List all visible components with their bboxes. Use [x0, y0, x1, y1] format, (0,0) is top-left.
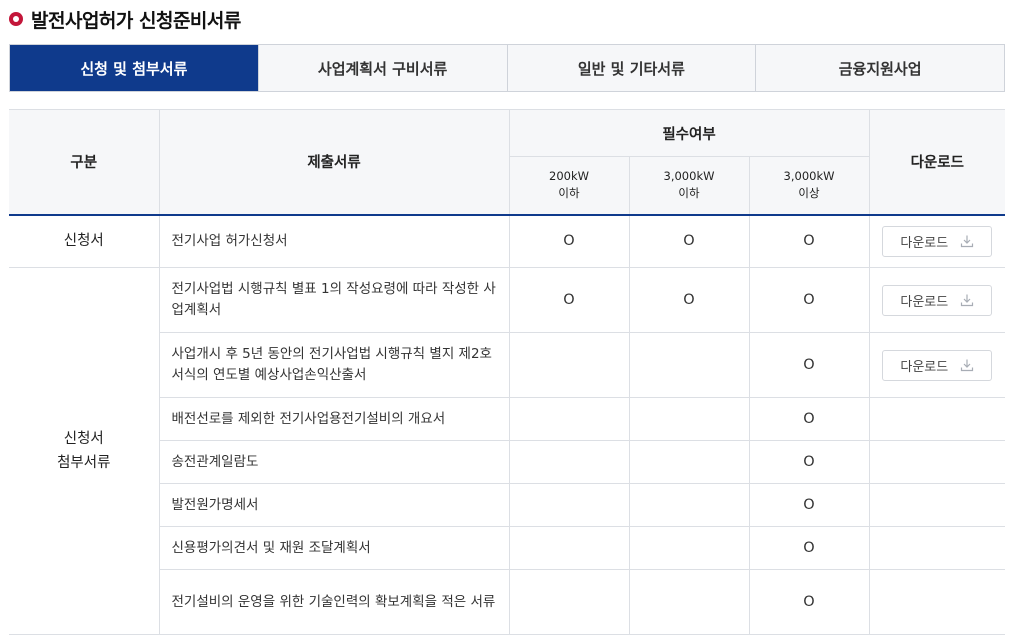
required-mark: O: [628, 214, 750, 268]
required-mark: [508, 526, 630, 570]
table-row: 발전원가명세서 O: [9, 483, 1006, 527]
document-name: 전기사업법 시행규칙 별표 1의 작성요령에 따라 작성한 사업계획서: [158, 267, 510, 333]
header-category: 구분: [9, 109, 160, 216]
capacity-note: 이상: [798, 186, 820, 201]
table-row: 전기설비의 운영을 위한 기술인력의 확보계획을 적은 서류 O: [9, 569, 1006, 635]
table-row: 배전선로를 제외한 전기사업용전기설비의 개요서 O: [9, 397, 1006, 441]
download-cell: [868, 483, 1006, 527]
record-dot-icon: [9, 12, 23, 26]
header-required: 필수여부: [508, 109, 870, 157]
document-name: 전기설비의 운영을 위한 기술인력의 확보계획을 적은 서류: [159, 569, 510, 635]
download-cell: [868, 397, 1006, 441]
capacity-note: 이하: [558, 186, 580, 201]
table-row: 신청서 첨부서류 전기사업법 시행규칙 별표 1의 작성요령에 따라 작성한 사업계…: [9, 267, 1006, 635]
download-cell: 다운로드: [868, 332, 1006, 398]
tab-general-documents[interactable]: 일반 및 기타서류: [507, 45, 757, 91]
required-mark: O: [748, 397, 870, 441]
download-cell: [868, 526, 1006, 570]
required-mark: [508, 483, 630, 527]
header-download: 다운로드: [868, 109, 1006, 216]
documents-table: 구분 제출서류 필수여부 다운로드 200kW 이하 3,000kW 이하 3,…: [9, 109, 1006, 635]
category-label: 첨부서류: [57, 455, 111, 471]
required-mark: O: [748, 483, 870, 527]
required-mark: O: [748, 332, 870, 398]
document-name: 사업개시 후 5년 동안의 전기사업법 시행규칙 별지 제2호 서식의 연도별 …: [159, 332, 510, 398]
required-mark: O: [748, 569, 870, 635]
required-mark: [628, 440, 750, 484]
tab-business-plan-documents[interactable]: 사업계획서 구비서류: [258, 45, 508, 91]
required-mark: O: [748, 440, 870, 484]
download-button[interactable]: 다운로드: [882, 349, 993, 381]
table-row: 신청서 전기사업 허가신청서 O O O 다운로드: [9, 214, 1006, 268]
document-name: 발전원가명세서: [159, 483, 510, 527]
header-document: 제출서류: [158, 109, 510, 216]
capacity-value: 200kW: [549, 169, 589, 184]
header-capacity-3000kw-above: 3,000kW 이상: [748, 156, 870, 216]
document-name: 송전관계일람도: [159, 440, 510, 484]
required-mark: [508, 569, 630, 635]
required-mark: [508, 397, 630, 441]
table-row: 신용평가의견서 및 재원 조달계획서 O: [9, 526, 1006, 570]
download-button[interactable]: 다운로드: [882, 284, 993, 316]
category-label: 신청서: [63, 233, 104, 250]
capacity-value: 3,000kW: [663, 169, 715, 184]
row-category: 신청서첨부서류: [9, 267, 160, 635]
header-capacity-3000kw-below: 3,000kW 이하: [628, 156, 750, 216]
document-name: 배전선로를 제외한 전기사업용전기설비의 개요서: [159, 397, 510, 441]
download-label: 다운로드: [900, 294, 949, 310]
download-icon: [961, 359, 974, 372]
download-cell: 다운로드: [868, 267, 1006, 333]
document-name: 전기사업 허가신청서: [158, 214, 510, 268]
download-label: 다운로드: [900, 359, 949, 375]
required-mark: [508, 332, 630, 398]
download-label: 다운로드: [900, 235, 949, 251]
category-label: 신청서: [63, 431, 104, 447]
table-row: 사업개시 후 5년 동안의 전기사업법 시행규칙 별지 제2호 서식의 연도별 …: [9, 332, 1006, 398]
row-category: 신청서: [9, 214, 160, 268]
required-mark: [628, 397, 750, 441]
page-title-bar: 발전사업허가 신청준비서류: [9, 5, 241, 33]
required-mark: [628, 483, 750, 527]
table-row: 송전관계일람도 O: [9, 440, 1006, 484]
capacity-note: 이하: [678, 186, 700, 201]
required-mark: O: [508, 267, 630, 333]
required-mark: O: [748, 214, 870, 268]
required-mark: O: [508, 214, 630, 268]
download-icon: [961, 294, 974, 307]
required-mark: [508, 440, 630, 484]
download-cell: [868, 569, 1006, 635]
page-title: 발전사업허가 신청준비서류: [31, 9, 241, 32]
download-icon: [961, 235, 974, 248]
required-mark: O: [628, 267, 750, 333]
required-mark: [628, 526, 750, 570]
download-cell: [868, 440, 1006, 484]
capacity-value: 3,000kW: [783, 169, 835, 184]
tab-bar: 신청 및 첨부서류 사업계획서 구비서류 일반 및 기타서류 금융지원사업: [9, 44, 1005, 92]
required-mark: O: [748, 267, 870, 333]
download-button[interactable]: 다운로드: [882, 225, 993, 257]
download-cell: 다운로드: [868, 214, 1006, 268]
header-capacity-200kw: 200kW 이하: [508, 156, 630, 216]
tab-financial-support[interactable]: 금융지원사업: [756, 45, 1004, 91]
required-mark: O: [748, 526, 870, 570]
tab-application-documents[interactable]: 신청 및 첨부서류: [10, 45, 259, 91]
document-name: 신용평가의견서 및 재원 조달계획서: [159, 526, 510, 570]
required-mark: [628, 569, 750, 635]
required-mark: [628, 332, 750, 398]
documents-table-body: 신청서 전기사업 허가신청서 O O O 다운로드 신청서 첨부서류 전기사업법 시행규칙 별표…: [9, 214, 1006, 635]
